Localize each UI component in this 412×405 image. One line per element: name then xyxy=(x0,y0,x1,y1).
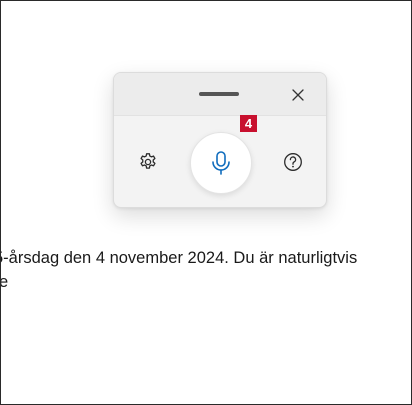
voice-typing-panel: 4 xyxy=(113,72,327,208)
panel-body: 4 xyxy=(114,115,326,207)
document-view: 5-årsdag den 4 november 2024. Du är natu… xyxy=(0,0,412,405)
drag-handle[interactable] xyxy=(199,92,239,96)
document-text-line: e xyxy=(1,272,8,292)
settings-button[interactable] xyxy=(135,149,161,175)
panel-titlebar[interactable] xyxy=(114,73,326,116)
question-mark-icon xyxy=(284,153,302,171)
microphone-icon xyxy=(212,151,230,175)
help-button[interactable] xyxy=(280,149,306,175)
gear-icon xyxy=(140,153,156,169)
microphone-button[interactable] xyxy=(190,132,252,194)
close-button[interactable] xyxy=(286,83,310,107)
notification-badge: 4 xyxy=(240,115,257,132)
document-text-line: 5-årsdag den 4 november 2024. Du är natu… xyxy=(0,249,358,267)
close-icon xyxy=(292,89,304,101)
